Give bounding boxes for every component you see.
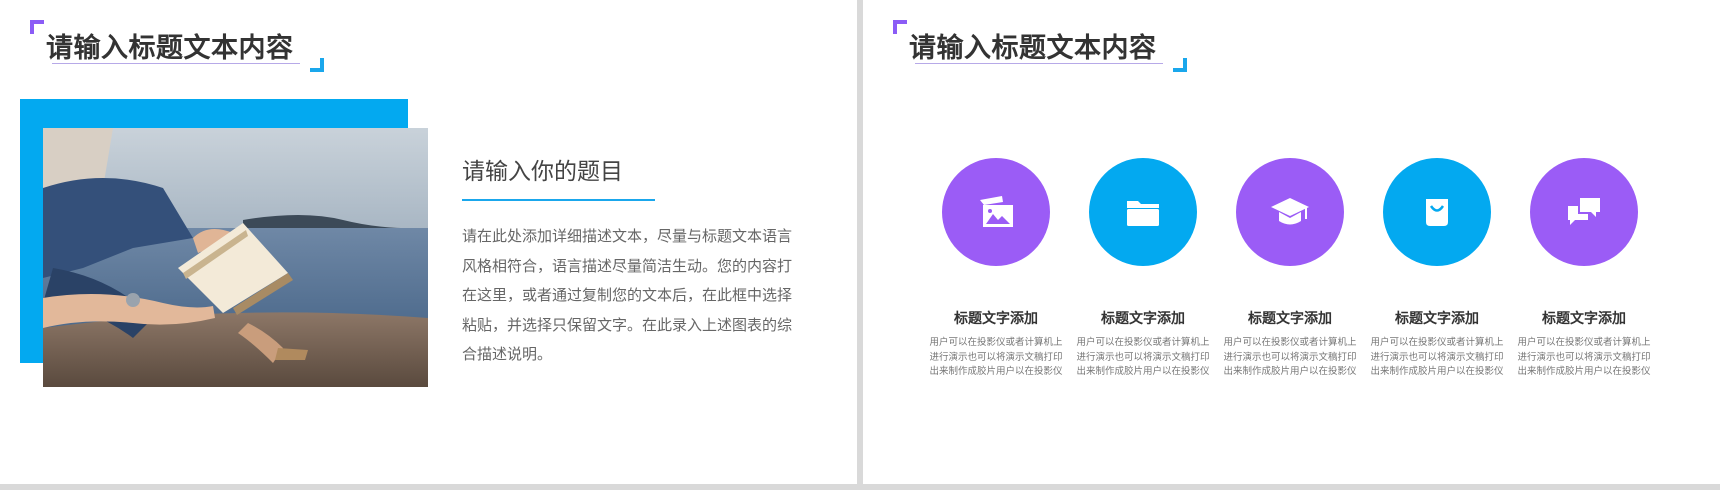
title-block: 请输入标题文本内容: [30, 20, 330, 72]
slide-left: 请输入标题文本内容 请输入你的题目 请在此处添加详细描述文本，尽量与标题文本语言…: [0, 0, 857, 484]
item-title: 标题文字添加: [954, 311, 1038, 327]
title-underline: [915, 63, 1163, 64]
title-underline: [52, 63, 300, 64]
title-block: 请输入标题文本内容: [893, 20, 1193, 72]
slide-title: 请输入标题文本内容: [46, 33, 294, 64]
icon-circle: [1530, 158, 1638, 266]
item-description: 用户可以在投影仪或者计算机上进行演示也可以将演示文稿打印出来制作成胶片用户以在投…: [1370, 337, 1504, 377]
icon-circle: [1089, 158, 1197, 266]
chat-bubbles-icon: [1568, 198, 1600, 225]
slide-right: 请输入标题文本内容 标题文字添加 用户可以在投影仪或者计算机上进行演示也可以将演…: [863, 0, 1720, 484]
item-description: 用户可以在投影仪或者计算机上进行演示也可以将演示文稿打印出来制作成胶片用户以在投…: [1223, 337, 1357, 377]
description-text: 请在此处添加详细描述文本，尽量与标题文本语言风格相符合，语言描述尽量简洁生动。您…: [462, 227, 793, 363]
icon-circle: [942, 158, 1050, 266]
corner-bracket-bottom-right: [310, 58, 324, 72]
item-description: 用户可以在投影仪或者计算机上进行演示也可以将演示文稿打印出来制作成胶片用户以在投…: [929, 337, 1063, 377]
item-title: 标题文字添加: [1542, 311, 1626, 327]
item-title: 标题文字添加: [1395, 311, 1479, 327]
item-description: 用户可以在投影仪或者计算机上进行演示也可以将演示文稿打印出来制作成胶片用户以在投…: [1076, 337, 1210, 377]
reading-photo: [43, 128, 428, 387]
icon-circle: [1383, 158, 1491, 266]
corner-bracket-top-left: [30, 20, 44, 34]
section-subtitle: 请输入你的题目: [462, 159, 623, 185]
graduation-cap-icon: [1271, 198, 1309, 225]
icon-circle: [1236, 158, 1344, 266]
folder-icon: [1127, 201, 1159, 226]
item-title: 标题文字添加: [1101, 311, 1185, 327]
item-title: 标题文字添加: [1248, 311, 1332, 327]
item-description: 用户可以在投影仪或者计算机上进行演示也可以将演示文稿打印出来制作成胶片用户以在投…: [1517, 337, 1651, 377]
slide-title: 请输入标题文本内容: [909, 33, 1157, 64]
image-icon: [980, 196, 1013, 227]
shopping-bag-icon: [1426, 199, 1448, 226]
corner-bracket-top-left: [893, 20, 907, 34]
subtitle-underline: [462, 199, 655, 201]
corner-bracket-bottom-right: [1173, 58, 1187, 72]
